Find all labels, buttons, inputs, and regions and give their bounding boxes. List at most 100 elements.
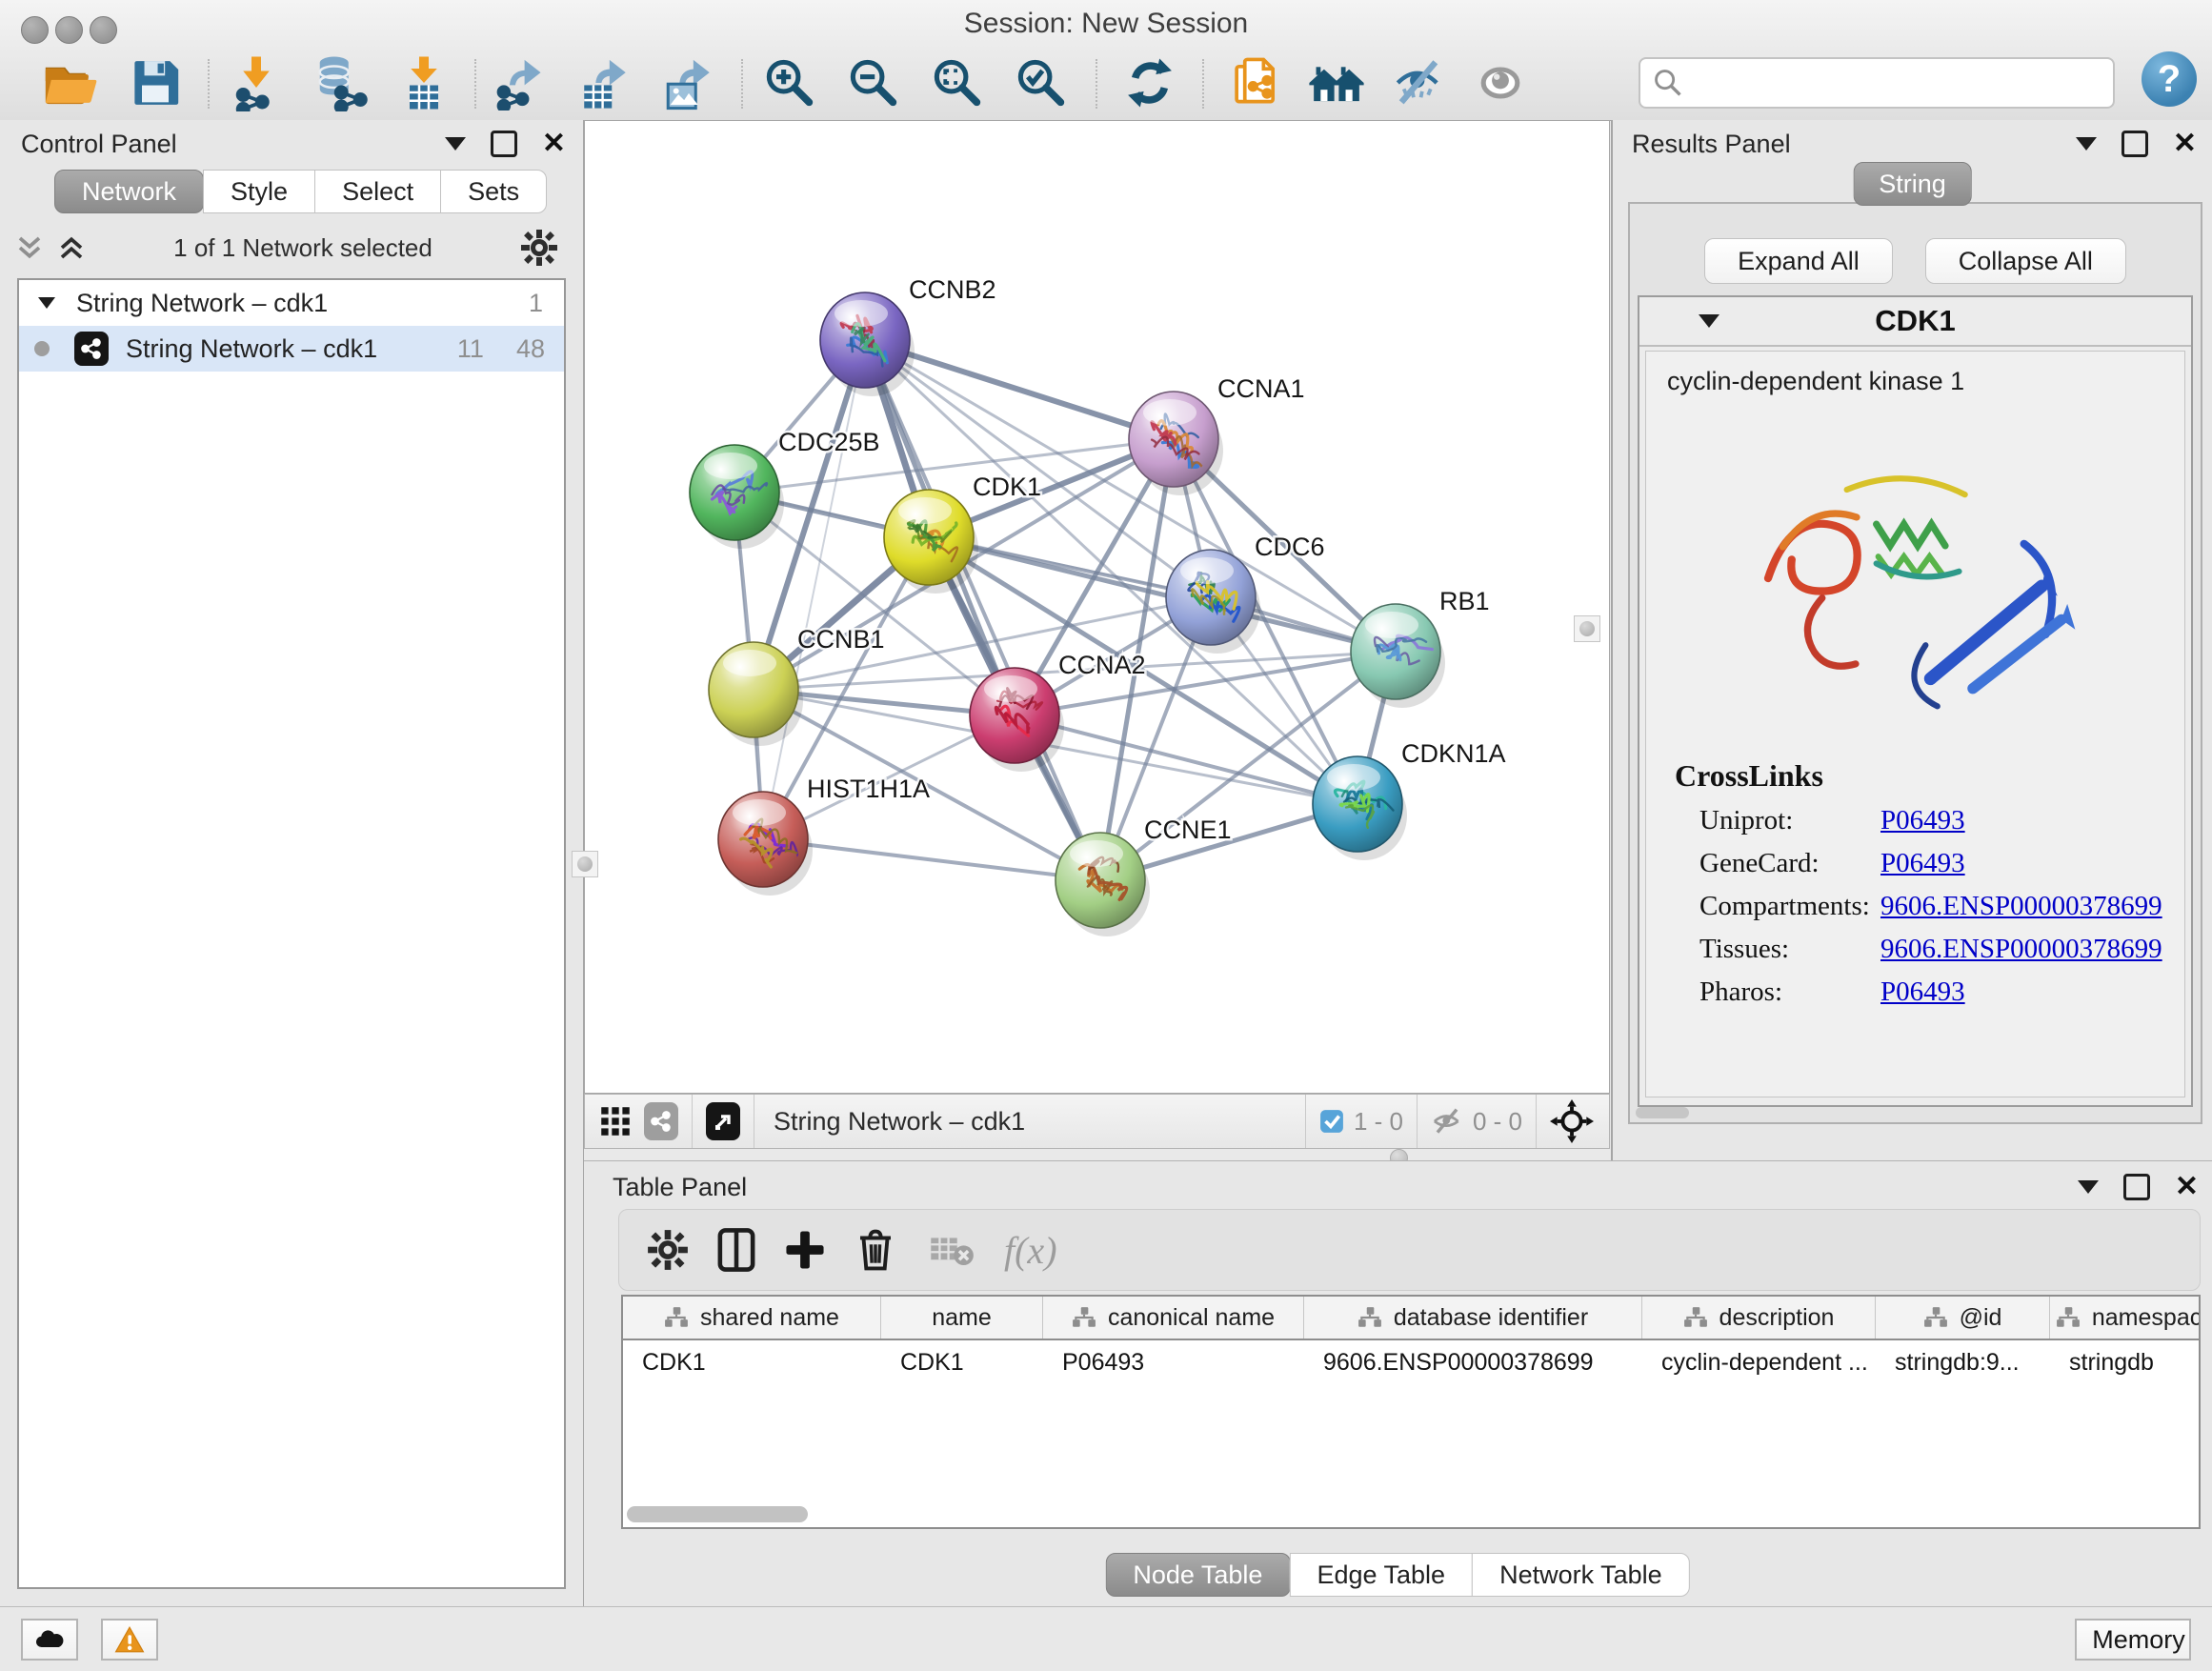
panel-close-icon[interactable]: ✕ [542,133,566,154]
export-table-icon [577,55,633,111]
refresh-button[interactable] [1120,53,1179,112]
copy-network-button[interactable] [1227,53,1286,112]
zoom-out-button[interactable] [844,53,903,112]
selected-checkbox-icon[interactable] [1319,1109,1344,1134]
crosslink-label: Tissues: [1699,934,1880,965]
crosslink-link[interactable]: P06493 [1880,805,1965,836]
results-scrollbar-thumb[interactable] [1636,1107,1689,1118]
edge-CDK1-RB1[interactable] [929,537,1396,652]
toolbar-separator [1096,59,1097,109]
crosslink-link[interactable]: P06493 [1880,976,1965,1008]
export-image-button[interactable] [659,53,718,112]
crosslink-link[interactable]: 9606.ENSP00000378699 [1880,891,2162,922]
import-network-button[interactable] [227,53,286,112]
edge-CCNB2-HIST1H1A[interactable] [763,340,865,839]
edge-HIST1H1A-CCNE1[interactable] [763,839,1100,880]
grid-view-icon[interactable] [600,1106,631,1137]
hidden-eye-slash-icon[interactable] [1431,1105,1463,1137]
column-header-namespace[interactable]: namespace [2050,1297,2201,1339]
tab-node-table[interactable]: Node Table [1105,1553,1290,1597]
show-all-button[interactable] [1471,53,1530,112]
tab-sets[interactable]: Sets [440,170,547,213]
node-CDKN1A[interactable]: CDKN1A [1313,739,1506,860]
search-input[interactable] [1692,68,2113,99]
collapse-caret-icon[interactable] [1699,314,1719,328]
results-panel-title: Results Panel [1632,130,1791,159]
network-canvas[interactable]: CCNB2CCNA1CDC25BCDK1CDC6RB1CCNB1CCNA2CDK… [584,120,1610,1094]
panel-close-icon[interactable]: ✕ [2173,133,2197,154]
open-in-new-window-icon[interactable] [706,1102,740,1140]
crosslink-link[interactable]: P06493 [1880,848,1965,879]
copy-document-icon [1231,54,1282,111]
save-session-button[interactable] [126,53,185,112]
import-table-button[interactable] [394,53,453,112]
export-table-button[interactable] [575,53,634,112]
warnings-button[interactable] [101,1619,158,1661]
zoom-fit-button[interactable] [928,53,987,112]
crosslink-link[interactable]: 9606.ENSP00000378699 [1880,934,2162,965]
column-header--id[interactable]: @id [1876,1297,2050,1339]
open-session-button[interactable] [40,53,99,112]
search-icon [1652,67,1684,99]
protein-card-header[interactable]: CDK1 [1639,297,2191,347]
node-RB1[interactable]: RB1 [1351,587,1490,708]
node-CCNB1[interactable]: CCNB1 [709,625,885,746]
function-builder-button[interactable]: f(x) [1004,1228,1057,1273]
expand-all-chevron-icon[interactable] [57,234,86,261]
tab-edge-table[interactable]: Edge Table [1289,1553,1473,1597]
node-HIST1H1A[interactable]: HIST1H1A [718,775,930,896]
collection-count: 1 [529,289,543,318]
column-header-name[interactable]: name [881,1297,1043,1339]
column-header-shared-name[interactable]: shared name [623,1297,881,1339]
column-header-database-identifier[interactable]: database identifier [1304,1297,1642,1339]
node-CDC25B[interactable]: CDC25B [690,428,880,549]
right-splitter-handle[interactable] [1574,615,1600,642]
table-hscrollbar-thumb[interactable] [627,1506,808,1522]
collection-caret-icon[interactable] [38,297,55,309]
panel-float-icon[interactable] [2123,1174,2150,1200]
gear-icon[interactable] [520,229,558,267]
help-button[interactable]: ? [2142,51,2197,107]
fit-content-crosshair-icon[interactable] [1550,1099,1594,1143]
show-columns-button[interactable] [709,1222,764,1278]
home-button[interactable] [1307,53,1366,112]
add-column-button[interactable] [777,1222,833,1278]
delete-table-button[interactable] [924,1222,979,1278]
zoom-in-button[interactable] [760,53,819,112]
table-settings-button[interactable] [640,1222,695,1278]
cloud-status-button[interactable] [21,1619,78,1661]
edge-CCNA2-CDKN1A[interactable] [1015,715,1357,804]
network-row[interactable]: String Network – cdk1 11 48 [19,326,564,372]
network-collection-row[interactable]: String Network – cdk1 1 [19,280,564,326]
panel-menu-icon[interactable] [2078,1180,2099,1194]
tab-style[interactable]: Style [203,170,315,213]
hide-selected-button[interactable] [1389,53,1448,112]
tab-network[interactable]: Network [54,170,204,213]
import-network-from-database-button[interactable] [311,53,370,112]
panel-menu-icon[interactable] [2076,137,2097,151]
network-share-icon[interactable] [644,1102,678,1140]
collapse-all-button[interactable]: Collapse All [1925,238,2126,284]
zoom-selected-button[interactable] [1012,53,1071,112]
column-header-canonical-name[interactable]: canonical name [1043,1297,1304,1339]
delete-column-button[interactable] [848,1222,903,1278]
node-CDC6[interactable]: CDC6 [1166,533,1325,654]
collapse-all-chevron-icon[interactable] [15,234,44,261]
tab-network-table[interactable]: Network Table [1472,1553,1690,1597]
panel-float-icon[interactable] [2122,131,2148,157]
node-CCNB2[interactable]: CCNB2 [820,275,996,396]
left-splitter-handle[interactable] [572,851,598,877]
export-network-button[interactable] [492,53,551,112]
panel-close-icon[interactable]: ✕ [2175,1177,2199,1198]
expand-all-button[interactable]: Expand All [1704,238,1893,284]
tab-string[interactable]: String [1853,162,1972,206]
tab-select[interactable]: Select [314,170,441,213]
toolbar-separator [1202,59,1204,109]
network-graph[interactable]: CCNB2CCNA1CDC25BCDK1CDC6RB1CCNB1CCNA2CDK… [585,121,1609,1093]
crosslink-row: Pharos:P06493 [1699,976,2184,1008]
column-header-description[interactable]: description [1642,1297,1876,1339]
panel-float-icon[interactable] [491,131,517,157]
panel-menu-icon[interactable] [445,137,466,151]
memory-button[interactable]: Memory [2075,1619,2191,1661]
table-row[interactable]: CDK1CDK1P064939606.ENSP00000378699cyclin… [623,1340,2199,1384]
